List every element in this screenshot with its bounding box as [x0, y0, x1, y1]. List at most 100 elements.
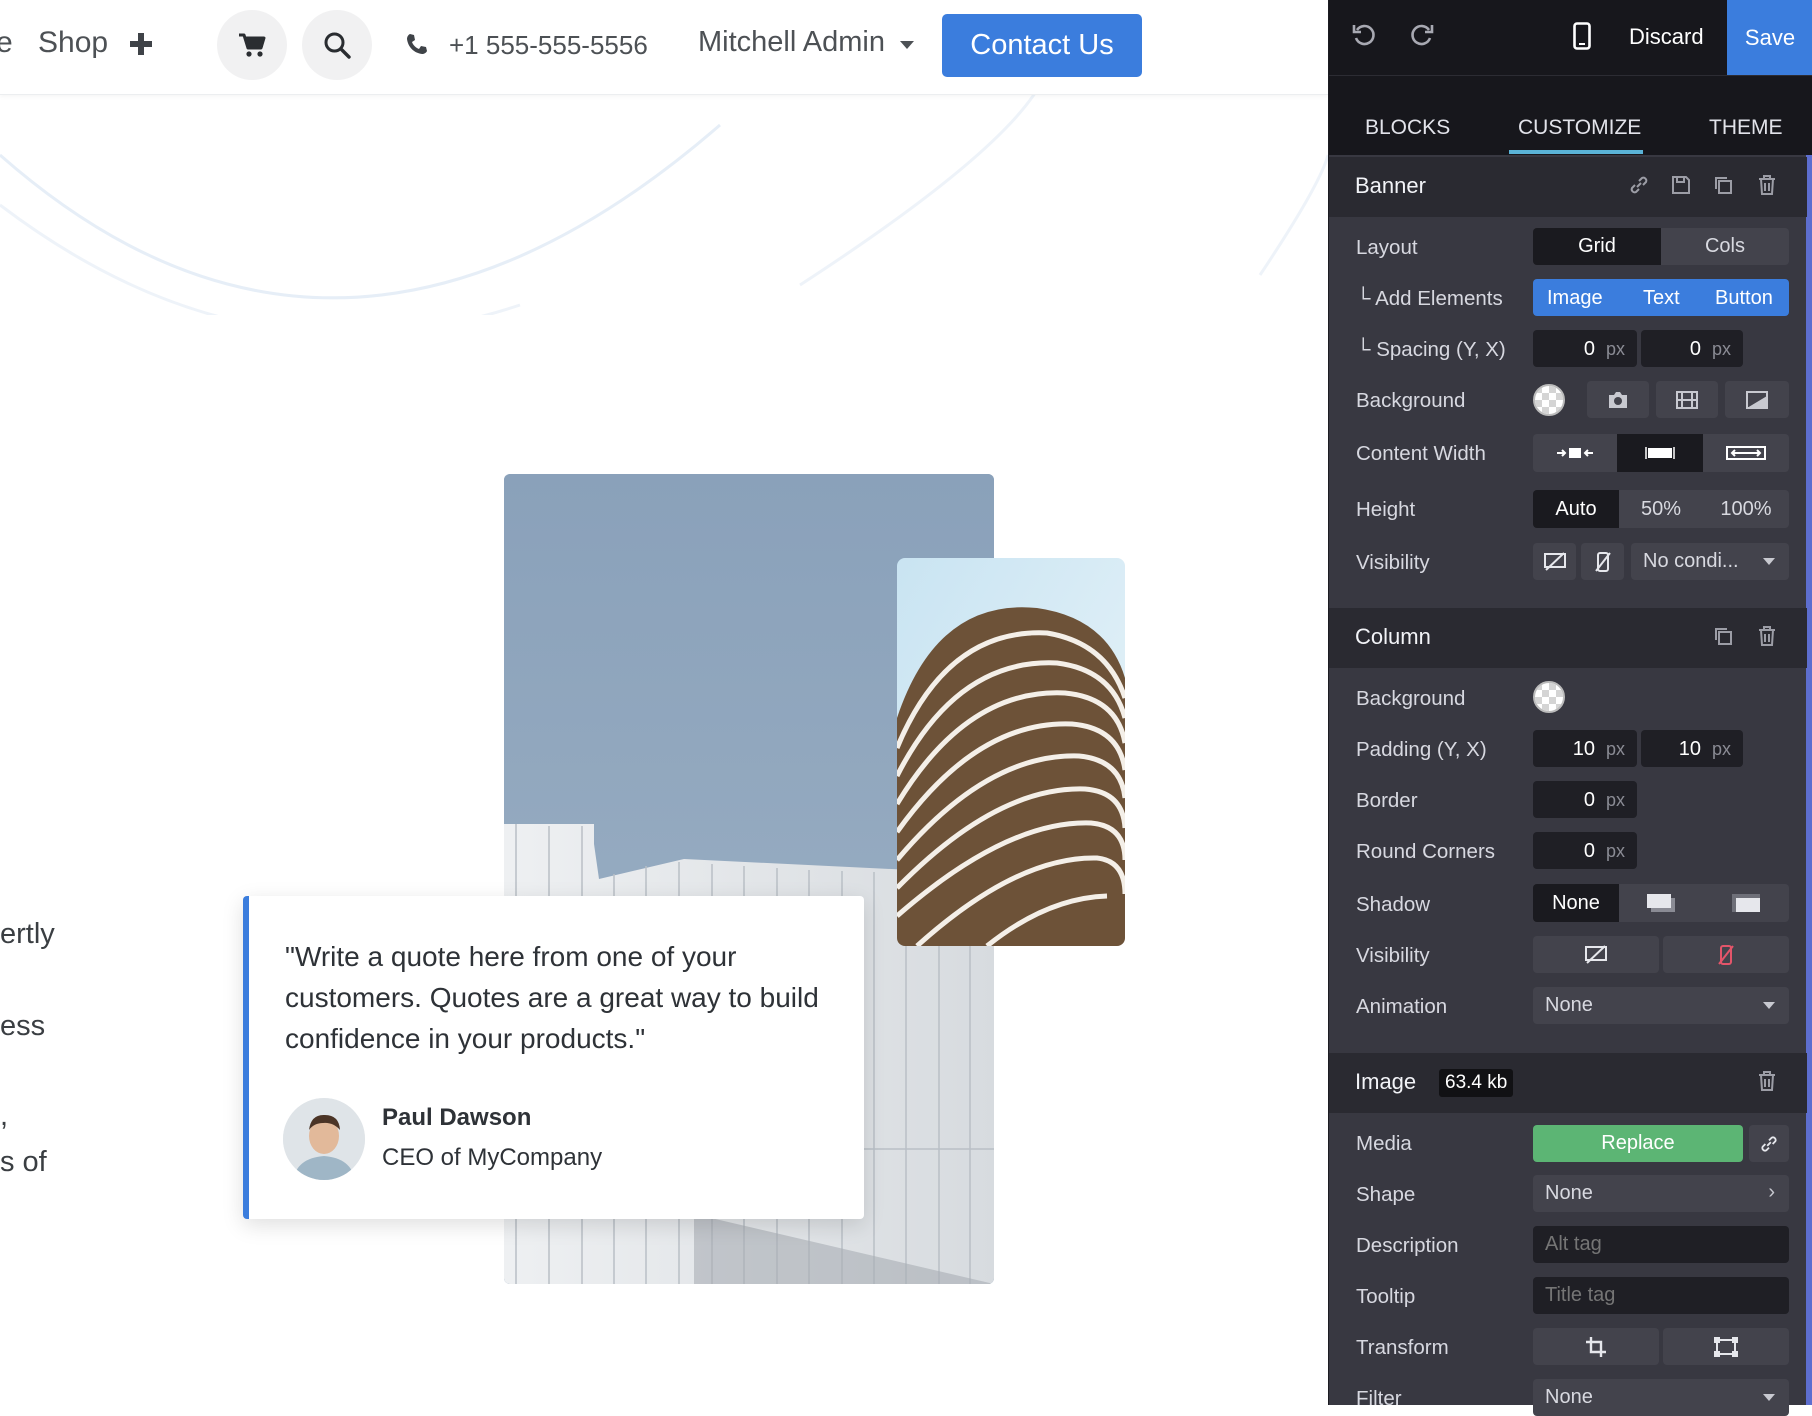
film-icon — [1676, 390, 1698, 409]
editor-tabs: BLOCKS CUSTOMIZE THEME — [1329, 75, 1812, 155]
content-width-full-button[interactable] — [1703, 434, 1789, 472]
plus-icon[interactable] — [128, 31, 154, 57]
visibility-condition-select[interactable]: No condi... — [1631, 543, 1789, 580]
transform-button[interactable] — [1663, 1328, 1789, 1365]
link-icon — [1759, 1134, 1779, 1154]
unit-label: px — [1711, 339, 1731, 359]
panel-scrollbar[interactable] — [1806, 155, 1812, 1405]
nav-item-shop[interactable]: Shop — [38, 26, 108, 60]
trash-icon[interactable] — [1755, 173, 1779, 197]
add-button-button[interactable]: Button — [1715, 287, 1773, 310]
caret-down-icon[interactable] — [899, 40, 915, 50]
discard-button[interactable]: Discard — [1629, 24, 1704, 50]
testimonial-role: CEO of MyCompany — [382, 1144, 603, 1171]
add-text-button[interactable]: Text — [1643, 287, 1680, 310]
mobile-hidden-icon — [1718, 944, 1734, 965]
padding-y-input[interactable]: 10 px — [1533, 730, 1637, 767]
round-corners-input[interactable]: 0 px — [1533, 832, 1637, 869]
shape-icon — [1746, 390, 1768, 409]
media-link-button[interactable] — [1749, 1125, 1789, 1162]
search-icon — [323, 31, 351, 59]
column-hide-desktop-button[interactable] — [1533, 936, 1659, 973]
building-photo-small[interactable] — [897, 558, 1125, 946]
save-button[interactable]: Save — [1727, 0, 1812, 75]
add-elements-group: Image Text Button — [1533, 279, 1789, 316]
trash-icon[interactable] — [1755, 624, 1779, 648]
column-hide-mobile-button[interactable] — [1663, 936, 1789, 973]
height-50-option[interactable]: 50% — [1619, 490, 1703, 528]
animation-value: None — [1545, 994, 1593, 1016]
active-tab-indicator — [1509, 150, 1643, 154]
description-label: Description — [1356, 1234, 1459, 1257]
unit-label: px — [1605, 739, 1625, 759]
nav-item-partial[interactable]: e — [0, 26, 13, 60]
background-video-button[interactable] — [1656, 381, 1718, 418]
save-snippet-icon[interactable] — [1669, 173, 1693, 197]
spacing-x-input[interactable]: 0 px — [1641, 330, 1743, 367]
avatar — [283, 1098, 365, 1180]
unit-label: px — [1605, 790, 1625, 810]
redo-icon[interactable] — [1409, 22, 1435, 48]
column-title: Column — [1355, 624, 1431, 649]
layout-grid-option[interactable]: Grid — [1533, 228, 1661, 265]
testimonial-card[interactable]: "Write a quote here from one of your cus… — [243, 896, 864, 1219]
phone-number[interactable]: +1 555-555-5556 — [449, 30, 648, 61]
tab-customize[interactable]: CUSTOMIZE — [1518, 116, 1641, 140]
background-color-swatch[interactable] — [1533, 384, 1565, 416]
background-shape-button[interactable] — [1725, 381, 1789, 418]
background-image-button[interactable] — [1587, 381, 1649, 418]
shadow-outset-option[interactable] — [1619, 884, 1703, 922]
layout-cols-option[interactable]: Cols — [1661, 228, 1789, 265]
shadow-inset-option[interactable] — [1703, 884, 1789, 922]
tab-theme[interactable]: THEME — [1709, 116, 1783, 140]
caret-down-icon — [1763, 558, 1775, 565]
animation-select[interactable]: None — [1533, 987, 1789, 1024]
editor-sidebar: Discard Save BLOCKS CUSTOMIZE THEME Bann… — [1328, 0, 1812, 1416]
spacing-y-value: 0 — [1583, 338, 1595, 360]
filter-label: Filter — [1356, 1387, 1402, 1410]
replace-media-button[interactable]: Replace — [1533, 1125, 1743, 1162]
shadow-outset-icon — [1645, 893, 1677, 913]
hide-desktop-button[interactable] — [1533, 543, 1576, 580]
height-auto-option[interactable]: Auto — [1533, 490, 1619, 528]
crop-button[interactable] — [1533, 1328, 1659, 1365]
trash-icon[interactable] — [1755, 1069, 1779, 1093]
filter-select[interactable]: None — [1533, 1379, 1789, 1416]
round-corners-value: 0 — [1583, 840, 1595, 862]
hide-mobile-button[interactable] — [1581, 543, 1624, 580]
search-button[interactable] — [302, 10, 372, 80]
title-tag-input[interactable] — [1533, 1277, 1789, 1314]
alt-tag-input[interactable] — [1533, 1226, 1789, 1263]
phone-icon — [405, 32, 429, 56]
layout-label: Layout — [1356, 236, 1418, 259]
content-width-narrow-button[interactable] — [1533, 434, 1617, 472]
unit-label: px — [1711, 739, 1731, 759]
cart-icon — [238, 32, 266, 58]
spacing-y-input[interactable]: 0 px — [1533, 330, 1637, 367]
media-label: Media — [1356, 1132, 1412, 1155]
padding-x-input[interactable]: 10 px — [1641, 730, 1743, 767]
contact-us-button[interactable]: Contact Us — [942, 14, 1142, 77]
user-menu[interactable]: Mitchell Admin — [698, 26, 885, 59]
link-icon[interactable] — [1627, 173, 1651, 197]
image-section-header: Image 63.4 kb — [1329, 1053, 1807, 1113]
border-input[interactable]: 0 px — [1533, 781, 1637, 818]
mobile-preview-icon[interactable] — [1571, 22, 1593, 50]
column-background-swatch[interactable] — [1533, 681, 1565, 713]
content-width-regular-button[interactable] — [1617, 434, 1703, 472]
regular-width-icon — [1645, 446, 1675, 460]
height-100-option[interactable]: 100% — [1703, 490, 1789, 528]
unit-label: px — [1605, 841, 1625, 861]
column-section-header: Column — [1329, 608, 1807, 668]
duplicate-icon[interactable] — [1711, 173, 1735, 197]
shape-select[interactable]: None › — [1533, 1175, 1789, 1212]
tab-blocks[interactable]: BLOCKS — [1365, 116, 1450, 140]
shadow-none-option[interactable]: None — [1533, 884, 1619, 922]
cart-button[interactable] — [217, 10, 287, 80]
undo-icon[interactable] — [1351, 22, 1377, 48]
transform-icon — [1713, 1336, 1739, 1358]
duplicate-icon[interactable] — [1711, 624, 1735, 648]
full-width-icon — [1726, 446, 1766, 460]
add-image-button[interactable]: Image — [1547, 287, 1603, 310]
testimonial-author: Paul Dawson — [382, 1104, 532, 1131]
